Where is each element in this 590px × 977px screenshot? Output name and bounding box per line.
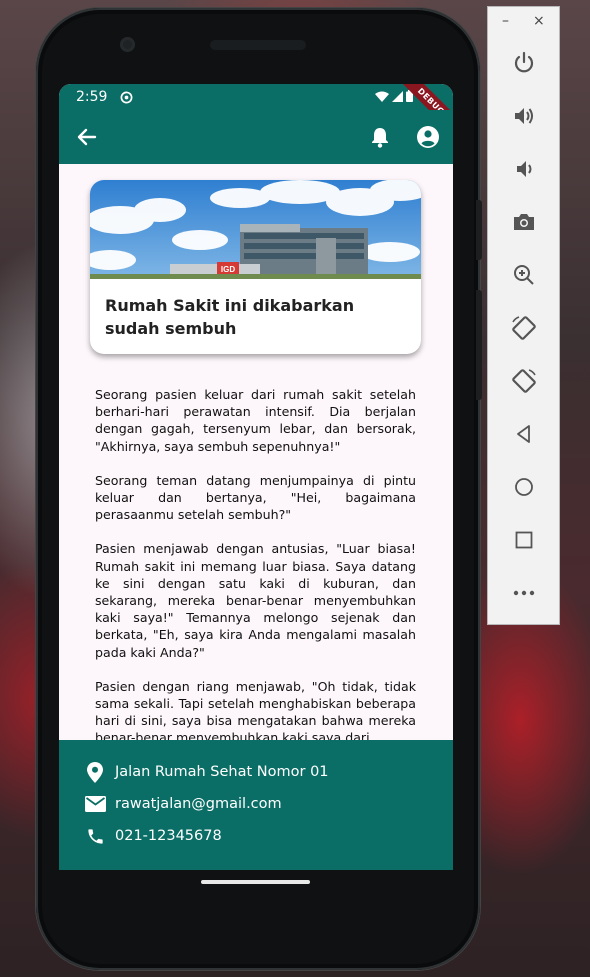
email-text[interactable]: rawatjalan@gmail.com (115, 796, 282, 812)
camera-icon[interactable] (506, 204, 542, 240)
notification-status-icon (120, 91, 133, 104)
zoom-in-icon[interactable] (506, 257, 542, 293)
emulator-window-controls: – × (488, 13, 561, 33)
rotate-left-icon[interactable] (506, 310, 542, 346)
front-camera (120, 37, 135, 52)
status-time: 2:59 (76, 89, 108, 105)
app-bar (59, 110, 453, 164)
power-icon[interactable] (506, 45, 542, 81)
phone-icon (84, 825, 106, 847)
bell-icon[interactable] (367, 124, 393, 150)
overview-icon[interactable] (506, 522, 542, 558)
account-circle-icon[interactable] (415, 124, 441, 150)
email-row: rawatjalan@gmail.com (84, 793, 282, 815)
article-body: Seorang pasien keluar dari rumah sakit s… (95, 386, 416, 740)
home-icon[interactable] (506, 469, 542, 505)
news-card[interactable]: IGD Rumah Sakit ini dikabarkan sudah sem… (90, 180, 421, 354)
status-bar: 2:59 DEBUG (59, 84, 453, 143)
app-screen: 2:59 DEBUG IGD Rumah Sakit ini dikabarka… (59, 84, 453, 870)
address-text: Jalan Rumah Sehat Nomor 01 (115, 764, 329, 780)
contact-footer: Jalan Rumah Sehat Nomor 01 rawatjalan@gm… (59, 740, 453, 870)
phone-text[interactable]: 021-12345678 (115, 828, 222, 844)
volume-up-icon[interactable] (506, 98, 542, 134)
location-pin-icon (84, 761, 106, 783)
earpiece-speaker (210, 40, 306, 50)
wifi-icon (375, 91, 389, 102)
minimize-button[interactable]: – (502, 13, 509, 29)
email-icon (84, 793, 106, 815)
address-row: Jalan Rumah Sehat Nomor 01 (84, 761, 329, 783)
volume-down-icon[interactable] (506, 151, 542, 187)
back-icon[interactable] (506, 416, 542, 452)
article-paragraph: Pasien dengan riang menjawab, "Oh tidak,… (95, 678, 416, 740)
phone-volume-button (476, 290, 482, 400)
signal-icon (392, 90, 403, 102)
content-scroll-area[interactable]: IGD Rumah Sakit ini dikabarkan sudah sem… (59, 164, 453, 740)
more-icon[interactable] (506, 575, 542, 611)
gesture-home-bar[interactable] (201, 880, 310, 884)
article-paragraph: Seorang teman datang menjumpainya di pin… (95, 472, 416, 523)
arrow-back-icon[interactable] (74, 124, 100, 150)
rotate-right-icon[interactable] (506, 363, 542, 399)
phone-power-button (476, 200, 482, 260)
close-button[interactable]: × (533, 13, 545, 29)
article-paragraph: Seorang pasien keluar dari rumah sakit s… (95, 387, 416, 454)
news-card-title: Rumah Sakit ini dikabarkan sudah sembuh (105, 296, 355, 338)
emulator-toolbar: – × (487, 6, 560, 625)
phone-row: 021-12345678 (84, 825, 222, 847)
hospital-image: IGD (90, 180, 421, 279)
article-paragraph: Pasien menjawab dengan antusias, "Luar b… (95, 541, 416, 660)
igd-sign: IGD (221, 265, 235, 274)
